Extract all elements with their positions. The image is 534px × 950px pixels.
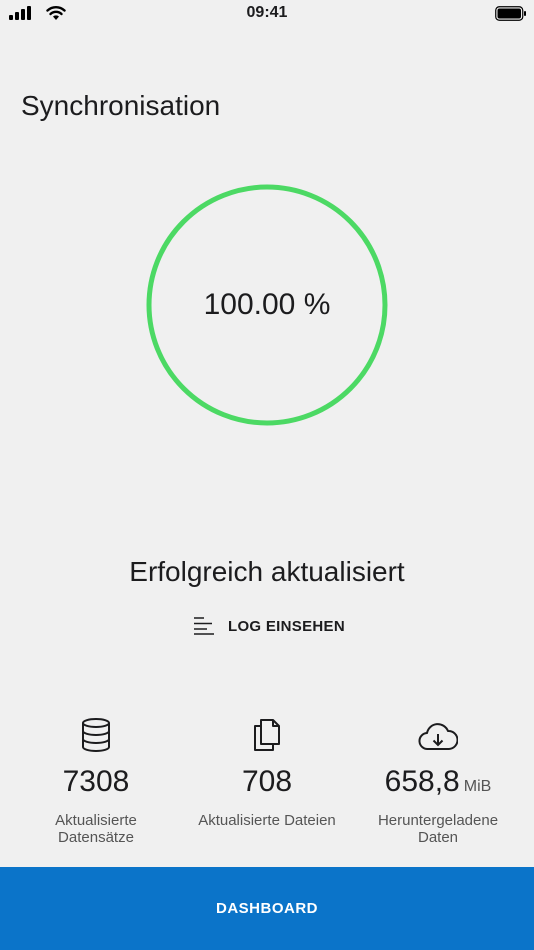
stat-caption: Aktualisierte Datensätze bbox=[55, 812, 137, 846]
progress-percentage: 100.00 % bbox=[203, 288, 331, 321]
stat-downloaded-data: 658,8 MiB Heruntergeladene Daten bbox=[348, 712, 528, 846]
stat-updated-files: 708 Aktualisierte Dateien bbox=[177, 712, 357, 829]
battery-icon bbox=[495, 6, 526, 21]
stat-value: 658,8 bbox=[384, 765, 460, 798]
status-bar: 09:41 bbox=[0, 0, 534, 28]
files-icon bbox=[254, 719, 280, 751]
sync-status-message: Erfolgreich aktualisiert bbox=[129, 556, 405, 587]
stat-value: 708 bbox=[241, 765, 293, 798]
status-time: 09:41 bbox=[246, 4, 288, 21]
database-icon bbox=[82, 718, 110, 752]
view-log-button[interactable]: LOG EINSEHEN bbox=[186, 610, 356, 642]
cloud-download-icon bbox=[418, 723, 458, 750]
log-lines-icon bbox=[194, 617, 214, 635]
stat-value: 7308 bbox=[62, 765, 130, 798]
view-log-label: LOG EINSEHEN bbox=[228, 617, 345, 635]
stat-unit: MiB bbox=[463, 778, 492, 795]
dashboard-button[interactable]: DASHBOARD bbox=[0, 867, 534, 950]
stat-updated-records: 7308 Aktualisierte Datensätze bbox=[6, 712, 186, 846]
stat-caption: Aktualisierte Dateien bbox=[198, 812, 336, 829]
page-title: Synchronisation bbox=[21, 90, 221, 121]
stat-caption: Heruntergeladene Daten bbox=[377, 812, 499, 846]
